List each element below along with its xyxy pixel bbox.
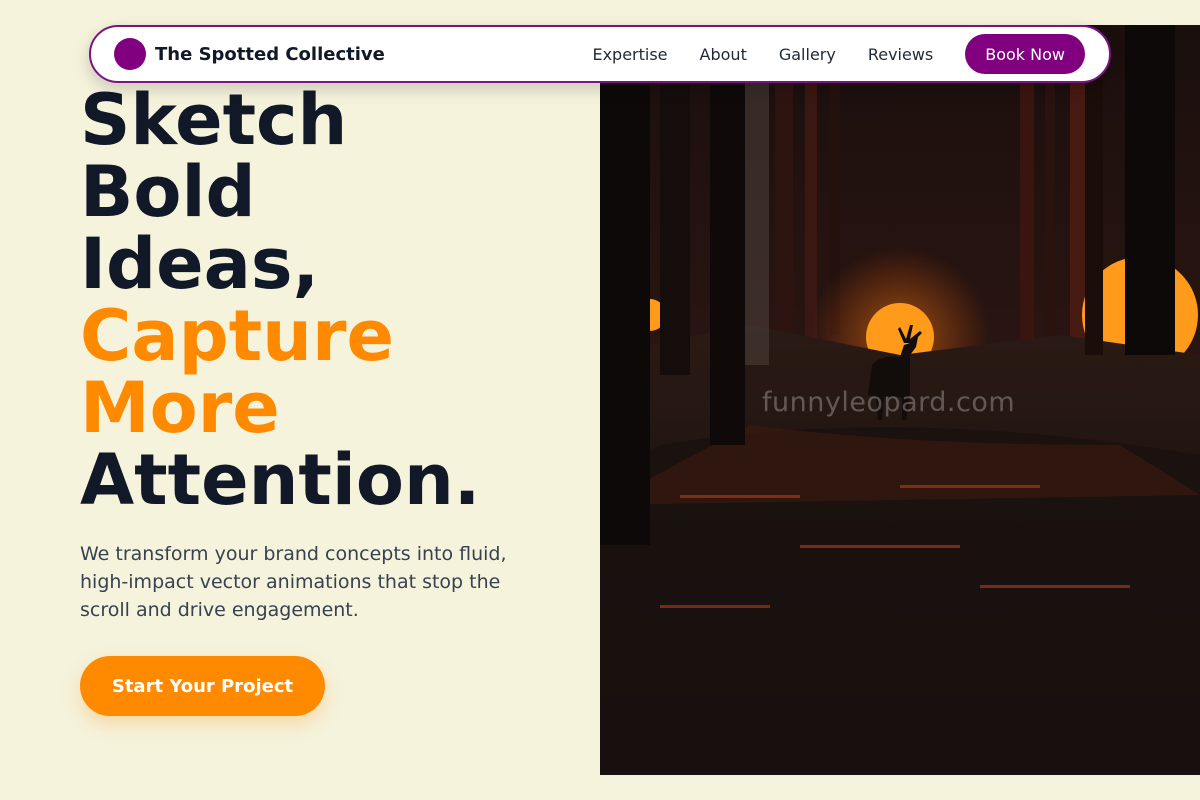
headline-line: Attention. bbox=[80, 439, 481, 521]
logo-icon[interactable] bbox=[114, 38, 146, 70]
nav-link-about[interactable]: About bbox=[700, 45, 747, 64]
hero-headline: Sketch Bold Ideas, Capture More Attentio… bbox=[80, 84, 580, 516]
nav-links: Expertise About Gallery Reviews Book Now bbox=[592, 34, 1085, 74]
hero-description: We transform your brand concepts into fl… bbox=[80, 543, 507, 621]
headline-line: Bold bbox=[80, 151, 256, 233]
nav-link-gallery[interactable]: Gallery bbox=[779, 45, 836, 64]
navbar: The Spotted Collective Expertise About G… bbox=[89, 25, 1111, 83]
image-watermark: funnyleopard.com bbox=[762, 387, 1016, 418]
headline-line: Ideas, bbox=[80, 223, 320, 305]
hero-image: funnyleopard.com bbox=[600, 25, 1200, 775]
landing-page: funnyleopard.com The Spotted Collective … bbox=[0, 0, 1200, 800]
book-now-button[interactable]: Book Now bbox=[965, 34, 1085, 74]
brand-name[interactable]: The Spotted Collective bbox=[155, 44, 385, 65]
headline-line: Sketch bbox=[80, 79, 348, 161]
start-project-button[interactable]: Start Your Project bbox=[80, 656, 325, 716]
nav-link-reviews[interactable]: Reviews bbox=[868, 45, 933, 64]
headline-accent-line: More bbox=[80, 367, 280, 449]
nav-link-expertise[interactable]: Expertise bbox=[592, 45, 667, 64]
headline-accent-line: Capture bbox=[80, 295, 395, 377]
